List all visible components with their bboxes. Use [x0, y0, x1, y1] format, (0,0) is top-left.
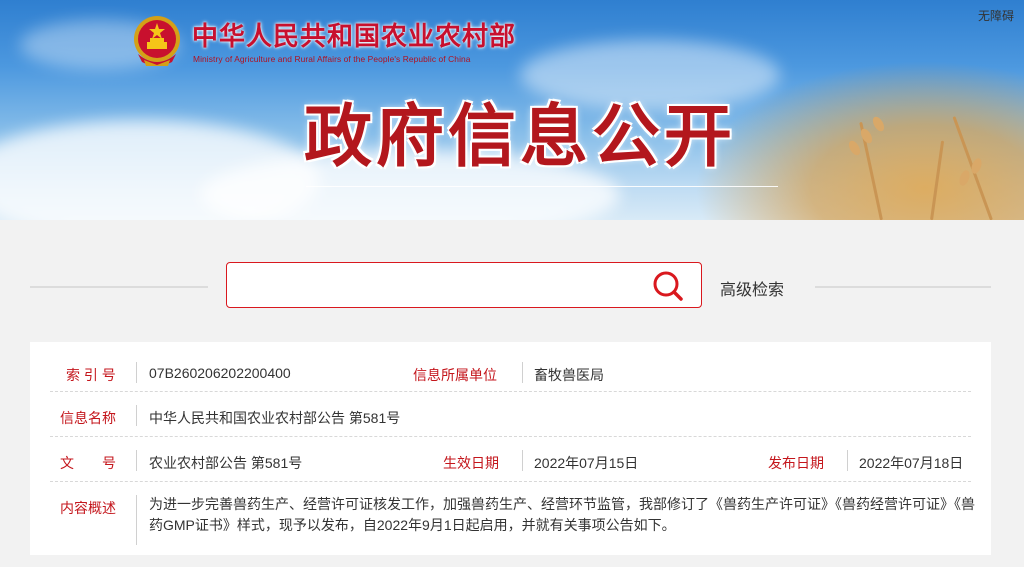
summary-text: 为进一步完善兽药生产、经营许可证核发工作，加强兽药生产、经营环节监管，我部修订了… — [149, 496, 975, 533]
header-banner: 中华人民共和国农业农村部 Ministry of Agriculture and… — [0, 0, 1024, 220]
index-value: 07B260206202200400 — [149, 365, 291, 381]
index-label: 索 引 号 — [66, 367, 116, 383]
info-row-index: 索 引 号 07B260206202200400 信息所属单位 畜牧兽医局 — [30, 342, 991, 392]
site-title[interactable]: 中华人民共和国农业农村部 — [192, 16, 516, 53]
search-divider-left — [30, 286, 208, 288]
unit-label: 信息所属单位 — [413, 367, 497, 383]
doc-label: 文 号 — [60, 455, 116, 471]
column-divider — [136, 495, 137, 545]
unit-value: 畜牧兽医局 — [534, 367, 604, 383]
accessibility-link[interactable]: 无障碍 — [978, 7, 1014, 24]
summary-label: 内容概述 — [60, 500, 116, 516]
column-divider — [847, 450, 848, 471]
publish-date-value: 2022年07月18日 — [859, 455, 964, 471]
publish-date-label: 发布日期 — [768, 455, 824, 471]
national-emblem-icon[interactable] — [132, 14, 182, 68]
section-title: 政府信息公开 — [304, 98, 737, 177]
info-table: 索 引 号 07B260206202200400 信息所属单位 畜牧兽医局 信息… — [30, 342, 991, 555]
title-underline — [306, 186, 778, 187]
search-icon[interactable] — [650, 268, 686, 304]
effective-date-label: 生效日期 — [443, 455, 499, 471]
advanced-search-link[interactable]: 高级检索 — [720, 276, 784, 300]
search-input[interactable] — [226, 262, 702, 308]
wheat-field-decoration — [694, 60, 1024, 220]
site-subtitle: Ministry of Agriculture and Rural Affair… — [193, 54, 471, 64]
doc-value: 农业农村部公告 第581号 — [149, 455, 303, 471]
effective-date-value: 2022年07月15日 — [534, 455, 639, 471]
search-divider-right — [815, 286, 991, 288]
column-divider — [522, 362, 523, 383]
column-divider — [522, 450, 523, 471]
info-row-name: 信息名称 中华人民共和国农业农村部公告 第581号 — [30, 392, 991, 437]
info-row-doc: 文 号 农业农村部公告 第581号 生效日期 2022年07月15日 发布日期 … — [30, 437, 991, 482]
column-divider — [136, 405, 137, 426]
name-value: 中华人民共和国农业农村部公告 第581号 — [149, 410, 401, 426]
name-label: 信息名称 — [60, 410, 116, 426]
column-divider — [136, 450, 137, 471]
column-divider — [136, 362, 137, 383]
